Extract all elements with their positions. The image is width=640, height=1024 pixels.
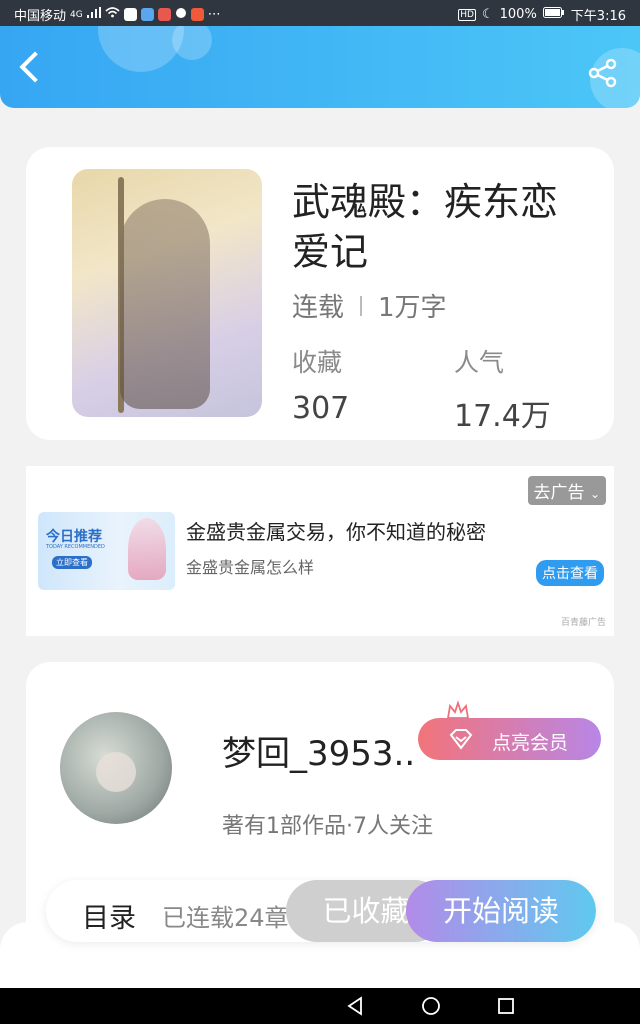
book-meta: 连载 1万字 [292,287,447,324]
recents-nav-icon[interactable] [497,997,515,1019]
ad-subtitle: 金盛贵金属怎么样 [186,558,315,577]
ad-image-subtitle: TODAY RECOMMENDED [46,544,105,550]
avatar-illustration [96,752,136,792]
author-name[interactable]: 梦回_3953.. [222,726,415,775]
popularity-value: 17.4万 [454,399,551,434]
popularity-label: 人气 [454,348,505,377]
signal-icon [86,7,101,22]
author-summary: 著有1部作品·7人关注 [222,814,433,839]
ad-image[interactable]: 今日推荐 TODAY RECOMMENDED 立即查看 [38,512,175,590]
book-status: 连载 [292,293,345,323]
status-bar: 中国移动 4G ⋯ HD ☾ 100% 下午3:16 [0,0,640,26]
cover-illustration [120,199,210,409]
carrier-label: 中国移动 [14,9,67,24]
favorites-label: 收藏 [292,348,343,377]
qq-icon [175,7,187,23]
clock: 下午3:16 [570,9,626,24]
app-notification-icon [140,8,154,21]
back-nav-icon[interactable] [346,996,364,1020]
book-word-count: 1万字 [378,293,447,323]
ad-illustration [128,518,166,580]
battery-icon [542,7,565,22]
share-icon[interactable] [588,58,618,92]
app-notification-icon [190,8,204,21]
wifi-icon [105,7,120,22]
hd-icon: HD [458,8,476,21]
decorative-bubble [172,26,212,60]
diamond-icon [448,728,474,755]
table-of-contents-button[interactable]: 目录 [82,896,136,935]
ad-banner[interactable]: 去广告 ⌄ 今日推荐 TODAY RECOMMENDED 立即查看 金盛贵金属交… [26,466,614,636]
book-info-card: 武魂殿：疾东恋爱记 连载 1万字 收藏 307 人气 17.4万 [26,147,614,440]
video-app-icon [157,8,171,21]
ad-image-button: 立即查看 [52,556,92,569]
book-title: 武魂殿：疾东恋爱记 [292,180,559,274]
remove-ad-button[interactable]: 去广告 ⌄ [527,476,606,505]
decorative-bubble [98,26,184,72]
more-notifications-icon: ⋯ [207,7,221,22]
chevron-down-icon: ⌄ [589,487,600,501]
network-label: 4G [70,9,83,20]
start-reading-button[interactable]: 开始阅读 [406,880,596,942]
battery-percent: 100% [499,7,537,22]
top-app-bar [0,26,640,108]
ad-source: 百青藤广告 [560,618,606,628]
do-not-disturb-icon: ☾ [481,7,494,22]
app-notification-icon [123,8,137,21]
back-icon[interactable] [19,51,51,83]
author-avatar[interactable] [60,712,172,824]
ad-title[interactable]: 金盛贵金属交易，你不知道的秘密 [186,516,486,545]
ad-view-button[interactable]: 点击查看 [536,560,604,586]
favorites-value: 307 [292,391,350,426]
system-navigation-bar [0,988,640,1024]
vip-button[interactable]: 点亮会员 [418,718,601,760]
vip-button-label: 点亮会员 [492,732,569,754]
bottom-action-bar: 目录 已连载24章 已收藏 开始阅读 [46,880,596,942]
remove-ad-label: 去广告 [533,483,585,503]
chapter-count[interactable]: 已连载24章 [162,898,289,933]
meta-divider [360,295,363,316]
home-nav-icon[interactable] [421,996,441,1020]
book-cover[interactable] [72,169,262,417]
ad-image-title: 今日推荐 [46,529,102,545]
